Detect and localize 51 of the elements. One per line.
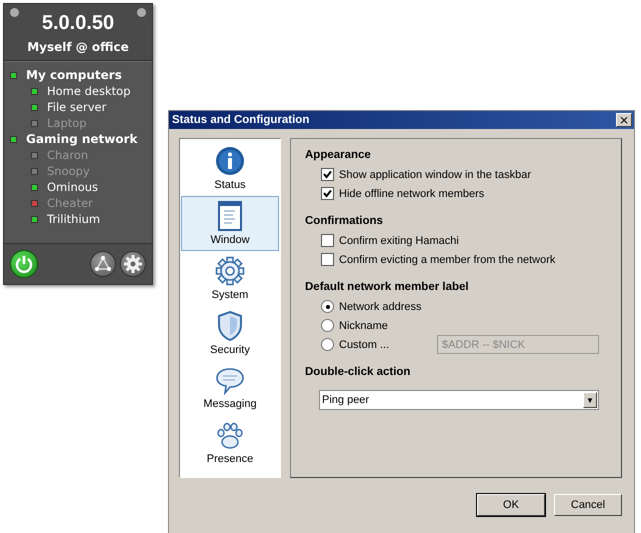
- speech-bubble-icon: [215, 367, 245, 395]
- network-name[interactable]: My computers: [26, 68, 122, 82]
- radio-option[interactable]: Custom ...: [321, 335, 390, 354]
- close-icon[interactable]: [137, 8, 146, 17]
- dialog-button[interactable]: Cancel: [554, 494, 622, 516]
- member-name[interactable]: File server: [47, 100, 106, 114]
- sidebar-item[interactable]: Presence: [181, 416, 279, 471]
- radio-button[interactable]: [321, 300, 334, 313]
- member-name[interactable]: Ominous: [47, 180, 98, 194]
- shield-icon: [217, 311, 243, 341]
- version-label: 5.0.0.50: [42, 11, 114, 36]
- sidebar-item[interactable]: Security: [181, 306, 279, 361]
- minimize-icon[interactable]: [10, 8, 19, 17]
- network-icon: [94, 255, 112, 273]
- checkbox[interactable]: [321, 253, 334, 266]
- paw-icon: [216, 422, 244, 450]
- document-icon: [218, 201, 242, 231]
- radio-button[interactable]: [321, 338, 334, 351]
- radio-option[interactable]: Network address: [321, 297, 422, 316]
- checkbox-option[interactable]: Confirm evicting a member from the network: [321, 250, 556, 269]
- network-name[interactable]: Gaming network: [26, 132, 138, 146]
- settings-icon: [123, 254, 143, 274]
- checkbox[interactable]: [321, 187, 334, 200]
- user-name: Myself @ office: [27, 40, 129, 54]
- network-button[interactable]: [90, 251, 116, 277]
- radio-option[interactable]: Nickname: [321, 316, 388, 335]
- member-name[interactable]: Home desktop: [47, 84, 130, 98]
- action-dropdown[interactable]: Ping peer ▼: [319, 390, 599, 410]
- window-title: Status and Configuration: [172, 114, 310, 126]
- checkbox-option[interactable]: Hide offline network members: [321, 184, 484, 203]
- close-button[interactable]: ×: [616, 113, 632, 127]
- checkbox[interactable]: [321, 168, 334, 181]
- section-heading: Appearance: [305, 149, 371, 161]
- checkbox-option[interactable]: Confirm exiting Hamachi: [321, 231, 459, 250]
- sidebar-item[interactable]: System: [181, 251, 279, 306]
- radio-button[interactable]: [321, 319, 334, 332]
- section-heading: Double-click action: [305, 366, 410, 378]
- member-name[interactable]: Trilithium: [47, 212, 100, 226]
- settings-button[interactable]: [120, 251, 146, 277]
- sidebar-item[interactable]: Messaging: [181, 361, 279, 416]
- section-heading: Confirmations: [305, 215, 383, 227]
- checkbox-option[interactable]: Show application window in the taskbar: [321, 165, 532, 184]
- sidebar-item[interactable]: Window: [181, 196, 279, 251]
- gear-icon: [215, 256, 245, 286]
- checkbox[interactable]: [321, 234, 334, 247]
- dialog-button[interactable]: OK: [477, 494, 545, 516]
- section-heading: Default network member label: [305, 281, 469, 293]
- sidebar-item[interactable]: Status: [181, 141, 279, 196]
- info-icon: [215, 146, 245, 176]
- power-button[interactable]: [10, 250, 38, 278]
- power-icon: [13, 253, 35, 275]
